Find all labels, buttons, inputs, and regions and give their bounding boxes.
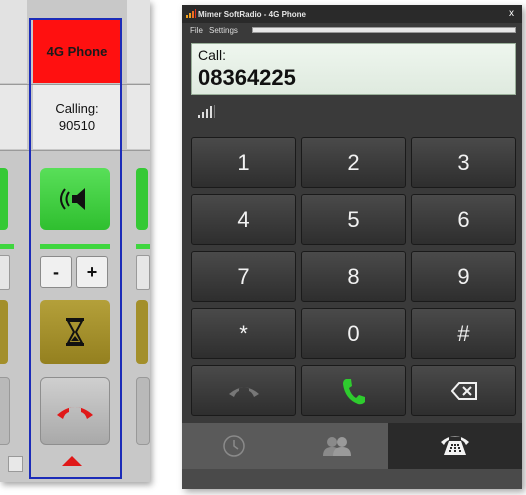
call-button[interactable] [301,365,406,416]
menu-file[interactable]: File [190,26,203,35]
app-logo-icon [186,9,196,18]
call-number: 08364225 [198,65,296,90]
key-8[interactable]: 8 [301,251,406,302]
key-3[interactable]: 3 [411,137,516,188]
call-label: Call: [198,47,227,63]
tab-history[interactable] [182,423,285,469]
backspace-icon [450,381,477,400]
bottom-tabs [182,423,522,469]
dialpad-telephone-icon [441,436,469,455]
key-7[interactable]: 7 [191,251,296,302]
key-star[interactable]: * [191,308,296,359]
key-hash[interactable]: # [411,308,516,359]
key-1[interactable]: 1 [191,137,296,188]
title-bar: Mimer SoftRadio - 4G Phone x [182,5,522,23]
status-progress-bar [252,27,516,33]
window-title: Mimer SoftRadio - 4G Phone [198,10,307,19]
side-column-status [0,85,27,149]
key-5[interactable]: 5 [301,194,406,245]
call-display: Call: 08364225 [191,43,516,95]
end-call-icon [228,387,259,397]
side-volume-button[interactable] [136,255,150,290]
selected-column-outline [29,18,122,479]
key-6[interactable]: 6 [411,194,516,245]
side-volume-button[interactable] [0,255,10,290]
side-hold-button[interactable] [136,300,148,364]
tab-contacts[interactable] [285,423,388,469]
close-button[interactable]: x [509,8,514,19]
tab-dialpad[interactable] [388,423,522,469]
side-column-header [0,0,27,83]
side-tab[interactable] [8,456,23,472]
backspace-button[interactable] [411,365,516,416]
side-hangup-button[interactable] [136,377,150,445]
side-column-header [127,0,150,83]
end-call-button[interactable] [191,365,296,416]
side-hold-button[interactable] [0,300,8,364]
side-level-bar [0,244,14,249]
key-9[interactable]: 9 [411,251,516,302]
key-2[interactable]: 2 [301,137,406,188]
status-strip [182,469,522,489]
side-speaker-button[interactable] [136,168,148,230]
signal-strength-icon [198,105,215,118]
radio-console-panel: 4G Phone Calling: 90510 - + [0,0,150,482]
history-clock-icon [222,435,245,457]
side-level-bar [136,244,150,249]
softradio-window: Mimer SoftRadio - 4G Phone x File Settin… [182,5,522,489]
call-icon [342,378,365,404]
key-0[interactable]: 0 [301,308,406,359]
side-speaker-button[interactable] [0,168,8,230]
key-4[interactable]: 4 [191,194,296,245]
menu-settings[interactable]: Settings [209,26,238,35]
side-hangup-button[interactable] [0,377,10,445]
contacts-icon [322,437,351,456]
side-column-status [127,85,150,149]
